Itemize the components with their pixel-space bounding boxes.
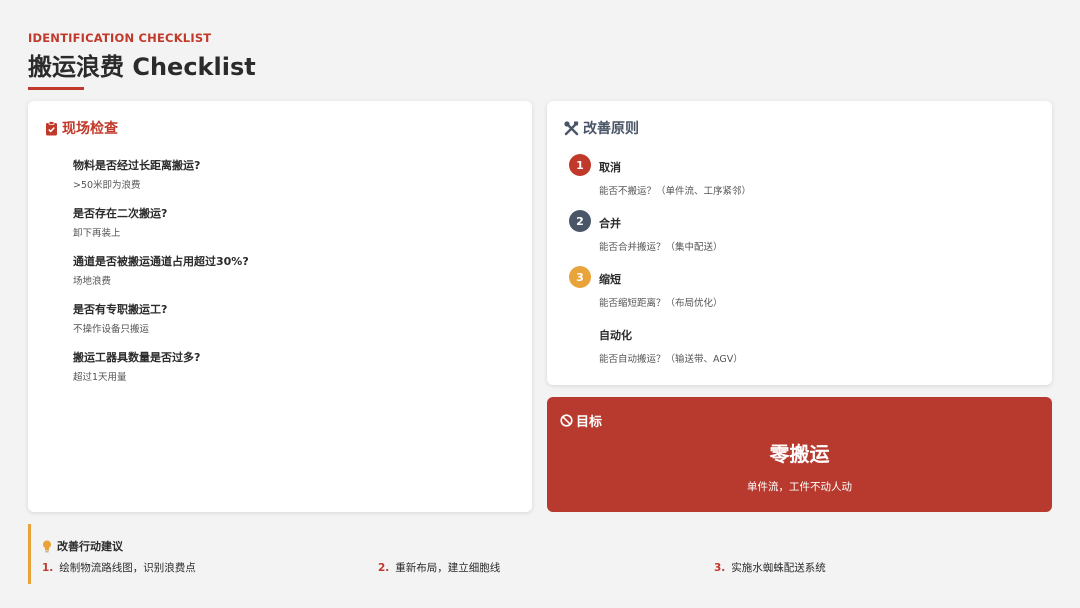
check-item: 通道是否被搬运通道占用超过30%? 场地浪费 (73, 253, 249, 301)
check-detail: >50米即为浪费 (73, 180, 141, 191)
check-question: 是否有专职搬运工? (73, 303, 168, 316)
principle-number-badge: 1 (569, 154, 591, 176)
check-detail: 超过1天用量 (73, 372, 127, 383)
principles-title: 改善原则 (583, 121, 639, 137)
page-title: 搬运浪费 Checklist (28, 53, 256, 81)
check-question: 物料是否经过长距离搬运? (73, 159, 201, 172)
actions-header: 改善行动建议 (42, 538, 123, 554)
title-underline (28, 87, 84, 90)
goal-header: 目标 (560, 411, 602, 430)
onsite-check-card: 现场检查 物料是否经过长距离搬运? >50米即为浪费 是否存在二次搬运? 卸下再… (28, 101, 532, 512)
tools-icon (564, 120, 579, 136)
principle-desc: 能否不搬运？（单件流、工序紧邻） (599, 186, 752, 197)
check-question: 是否存在二次搬运? (73, 207, 168, 220)
action-item: 2. 重新布局，建立细胞线 (378, 560, 500, 575)
principle-name: 自动化 (599, 329, 632, 342)
principle-item: 2 合并 能否合并搬运？（集中配送） (569, 210, 751, 266)
check-question: 搬运工器具数量是否过多? (73, 351, 201, 364)
onsite-check-title: 现场检查 (62, 121, 118, 137)
principle-number-badge: 3 (569, 266, 591, 288)
principle-number-badge: 2 (569, 210, 591, 232)
principle-name: 取消 (599, 161, 621, 174)
action-suggestions: 改善行动建议 1. 绘制物流路线图，识别浪费点 2. 重新布局，建立细胞线 3. 实施… (28, 524, 1052, 584)
check-item: 是否有专职搬运工? 不操作设备只搬运 (73, 301, 249, 349)
action-item: 3. 实施水蜘蛛配送系统 (714, 560, 826, 575)
check-item: 搬运工器具数量是否过多? 超过1天用量 (73, 349, 249, 397)
check-item: 是否存在二次搬运? 卸下再装上 (73, 205, 249, 253)
principles-header: 改善原则 (564, 118, 639, 138)
principle-item: 3 缩短 能否缩短距离？（布局优化） (569, 266, 751, 322)
actions-title: 改善行动建议 (57, 540, 123, 553)
principles-card: 改善原则 1 取消 能否不搬运？（单件流、工序紧邻） 2 合并 能否合并搬运？（… (547, 101, 1052, 385)
principle-list: 1 取消 能否不搬运？（单件流、工序紧邻） 2 合并 能否合并搬运？（集中配送）… (569, 154, 751, 378)
onsite-check-header: 现场检查 (45, 118, 118, 138)
check-detail: 卸下再装上 (73, 228, 121, 239)
principle-name: 合并 (599, 217, 621, 230)
goal-sub-text: 单件流，工件不动人动 (747, 481, 852, 493)
check-detail: 不操作设备只搬运 (73, 324, 150, 335)
goal-card: 目标 零搬运 单件流，工件不动人动 (547, 397, 1052, 512)
principle-name: 缩短 (599, 273, 621, 286)
actions-accent-bar (28, 524, 31, 584)
principle-item: 自动化 能否自动搬运？（输送带、AGV） (569, 322, 751, 378)
check-item: 物料是否经过长距离搬运? >50米即为浪费 (73, 157, 249, 205)
check-question: 通道是否被搬运通道占用超过30%? (73, 255, 249, 268)
ban-icon (560, 414, 573, 427)
action-item: 1. 绘制物流路线图，识别浪费点 (42, 560, 196, 575)
principle-desc: 能否合并搬运？（集中配送） (599, 242, 723, 253)
action-number: 1. (42, 562, 54, 574)
goal-title: 目标 (576, 415, 603, 430)
lightbulb-icon (42, 540, 52, 553)
principle-desc: 能否缩短距离？（布局优化） (599, 298, 723, 309)
goal-main-text: 零搬运 (769, 442, 830, 466)
action-text: 重新布局，建立细胞线 (395, 562, 501, 574)
clipboard-check-icon (45, 120, 58, 136)
action-text: 实施水蜘蛛配送系统 (731, 562, 826, 574)
check-detail: 场地浪费 (73, 276, 112, 287)
action-number: 3. (714, 562, 726, 574)
action-text: 绘制物流路线图，识别浪费点 (59, 562, 196, 574)
principle-desc: 能否自动搬运？（输送带、AGV） (599, 354, 743, 365)
principle-item: 1 取消 能否不搬运？（单件流、工序紧邻） (569, 154, 751, 210)
page-eyebrow: IDENTIFICATION CHECKLIST (28, 31, 212, 45)
action-number: 2. (378, 562, 390, 574)
check-list: 物料是否经过长距离搬运? >50米即为浪费 是否存在二次搬运? 卸下再装上 通道… (73, 157, 249, 397)
